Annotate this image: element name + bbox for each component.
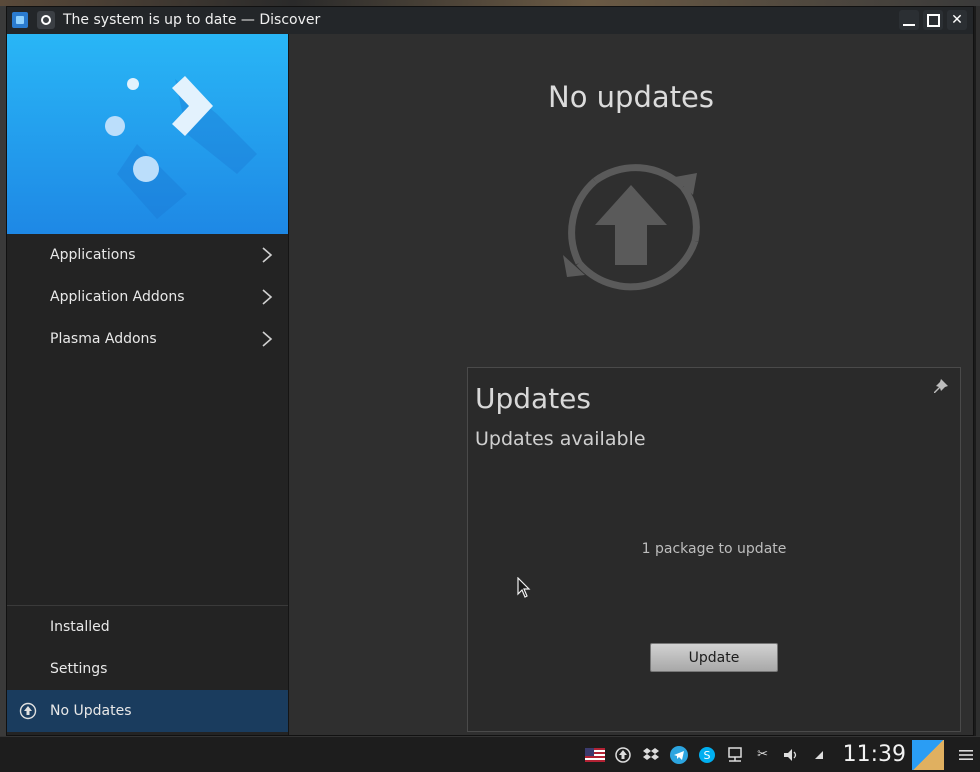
network-icon[interactable] bbox=[724, 744, 746, 766]
volume-icon[interactable] bbox=[780, 744, 802, 766]
tray-expand-icon[interactable] bbox=[808, 744, 830, 766]
sidebar-bottom-nav: Installed Settings No Updates bbox=[7, 605, 288, 732]
sidebar: Applications Application Addons Plasma A… bbox=[7, 34, 289, 735]
sidebar-item-label: No Updates bbox=[50, 703, 132, 719]
sidebar-item-label: Applications bbox=[50, 247, 136, 263]
sidebar-item-label: Plasma Addons bbox=[50, 331, 157, 347]
window-title: The system is up to date — Discover bbox=[63, 12, 321, 28]
sidebar-item-label: Application Addons bbox=[50, 289, 185, 305]
sidebar-item-updates[interactable]: No Updates bbox=[7, 690, 288, 732]
update-icon bbox=[19, 702, 37, 720]
us-flag-keyboard-icon[interactable] bbox=[584, 744, 606, 766]
package-count-text: 1 package to update bbox=[641, 541, 787, 557]
maximize-button[interactable] bbox=[923, 10, 943, 30]
desktop-right-strip bbox=[976, 6, 980, 736]
close-button[interactable]: ✕ bbox=[947, 10, 967, 30]
sidebar-item-application-addons[interactable]: Application Addons bbox=[7, 276, 288, 318]
pin-icon[interactable] bbox=[932, 378, 950, 396]
sidebar-item-plasma-addons[interactable]: Plasma Addons bbox=[7, 318, 288, 360]
page-title: No updates bbox=[548, 80, 714, 114]
popup-subtitle: Updates available bbox=[475, 428, 646, 450]
chevron-right-icon bbox=[262, 289, 273, 305]
chevron-right-icon bbox=[262, 247, 273, 263]
updates-tray-icon[interactable] bbox=[612, 744, 634, 766]
telegram-icon[interactable] bbox=[668, 744, 690, 766]
plasma-logo-icon[interactable] bbox=[912, 739, 944, 770]
popup-title: Updates bbox=[475, 382, 591, 415]
system-tray: S ✂ 11:39 bbox=[581, 737, 980, 772]
updates-popup: Updates Updates available 1 package to u… bbox=[467, 367, 961, 732]
discover-logo-icon bbox=[105, 76, 257, 219]
sidebar-item-installed[interactable]: Installed bbox=[7, 606, 288, 648]
sidebar-item-label: Installed bbox=[50, 619, 110, 635]
dropbox-icon[interactable] bbox=[640, 744, 662, 766]
svg-text:S: S bbox=[703, 749, 710, 762]
taskbar: S ✂ 11:39 bbox=[0, 736, 980, 772]
scissors-icon[interactable]: ✂ bbox=[752, 744, 774, 766]
sidebar-item-applications[interactable]: Applications bbox=[7, 234, 288, 276]
keep-above-icon[interactable] bbox=[37, 11, 55, 29]
skype-icon[interactable]: S bbox=[696, 744, 718, 766]
update-button[interactable]: Update bbox=[650, 643, 778, 672]
discover-app-icon[interactable] bbox=[12, 12, 28, 28]
mouse-cursor-icon bbox=[517, 577, 531, 598]
minimize-button[interactable] bbox=[899, 10, 919, 30]
menu-icon[interactable] bbox=[955, 744, 977, 766]
title-bar[interactable]: The system is up to date — Discover ✕ bbox=[7, 7, 973, 35]
clock[interactable]: 11:39 bbox=[843, 742, 906, 767]
category-nav: Applications Application Addons Plasma A… bbox=[7, 234, 288, 360]
update-arrow-icon bbox=[563, 164, 700, 291]
sidebar-item-label: Settings bbox=[50, 661, 108, 677]
chevron-right-icon bbox=[262, 331, 273, 347]
sidebar-item-settings[interactable]: Settings bbox=[7, 648, 288, 690]
discover-banner bbox=[7, 34, 288, 234]
